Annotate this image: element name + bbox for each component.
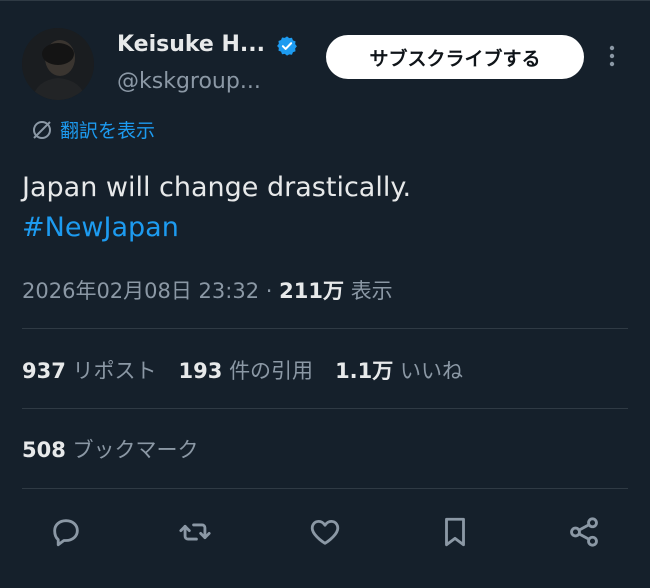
tweet-text: Japan will change drastically. #NewJapan — [22, 168, 411, 248]
likes-stat[interactable]: 1.1万 いいね — [335, 355, 463, 385]
reply-button[interactable] — [47, 513, 85, 551]
translate-icon — [33, 120, 51, 139]
share-icon — [570, 517, 598, 547]
share-button[interactable] — [565, 513, 603, 551]
bookmarks-count: 508 — [22, 438, 66, 462]
engagement-stats: 937 リポスト 193 件の引用 1.1万 いいね — [22, 355, 463, 385]
heart-icon — [310, 519, 340, 545]
tweet-timestamp[interactable]: 2026年02月08日 23:32 — [22, 279, 259, 303]
more-vertical-icon[interactable] — [606, 43, 618, 69]
reply-icon — [53, 519, 79, 547]
views-label: 表示 — [350, 279, 393, 303]
avatar[interactable] — [22, 28, 94, 100]
like-button[interactable] — [306, 513, 344, 551]
meta-separator: · — [265, 279, 273, 303]
likes-label: いいね — [399, 359, 463, 383]
tweet-text-line: Japan will change drastically. — [22, 172, 412, 203]
divider — [22, 328, 628, 329]
bookmark-icon — [445, 517, 465, 547]
hashtag-link[interactable]: #NewJapan — [22, 208, 411, 248]
bookmarks-label: ブックマーク — [72, 438, 199, 462]
subscribe-button[interactable]: サブスクライブする — [326, 35, 584, 79]
top-border — [0, 0, 650, 1]
repost-icon — [179, 523, 211, 541]
avatar-image — [22, 28, 94, 100]
bookmark-button[interactable] — [436, 513, 474, 551]
likes-count: 1.1万 — [335, 359, 394, 383]
quotes-stat[interactable]: 193 件の引用 — [179, 355, 314, 385]
divider — [22, 408, 628, 409]
reposts-count: 937 — [22, 359, 66, 383]
author-handle[interactable]: @kskgroup... — [117, 69, 261, 94]
reposts-stat[interactable]: 937 リポスト — [22, 355, 157, 385]
repost-button[interactable] — [176, 513, 214, 551]
quotes-count: 193 — [178, 359, 223, 383]
reposts-label: リポスト — [72, 359, 157, 383]
author-display-name[interactable]: Keisuke H... — [117, 32, 265, 57]
show-translation-link[interactable]: 翻訳を表示 — [30, 116, 155, 143]
views-count: 211万 — [279, 279, 344, 303]
divider — [22, 488, 628, 489]
bookmarks-stat[interactable]: 508 ブックマーク — [22, 434, 199, 464]
verified-badge-icon — [277, 36, 297, 56]
tweet-meta: 2026年02月08日 23:32 · 211万 表示 — [22, 275, 393, 305]
show-translation-label: 翻訳を表示 — [60, 120, 156, 142]
quotes-label: 件の引用 — [229, 359, 314, 383]
